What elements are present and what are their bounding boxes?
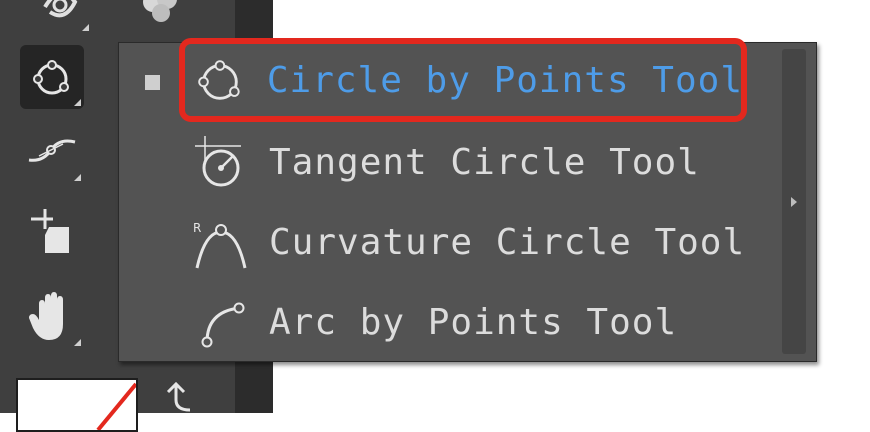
swap-colors-button[interactable]	[160, 378, 200, 413]
submenu-indicator-icon	[82, 24, 89, 31]
circle-by-points-icon	[198, 60, 240, 100]
submenu-indicator-icon	[74, 99, 81, 106]
no-fill-icon	[96, 382, 136, 430]
symbol-tool-button[interactable]	[128, 0, 192, 34]
menu-item-label: Circle by Points Tool	[266, 59, 743, 101]
svg-text:R: R	[193, 221, 201, 235]
menu-item-curvature-circle[interactable]: R Curvature Circle Tool	[183, 204, 783, 280]
menu-item-label: Tangent Circle Tool	[269, 141, 700, 183]
flower-icon	[143, 0, 177, 22]
curve-tool-button[interactable]	[20, 120, 84, 184]
hand-tool-button[interactable]	[20, 285, 84, 349]
curve-tool-icon	[28, 139, 76, 162]
menu-item-circle-by-points[interactable]: Circle by Points Tool	[179, 38, 747, 122]
chevron-right-icon	[791, 196, 797, 207]
spiral-tool-button[interactable]	[28, 0, 92, 34]
crop-tool-icon	[31, 209, 69, 253]
spiral-icon	[43, 0, 78, 18]
current-tool-marker	[145, 75, 160, 90]
circle-by-points-tool-button[interactable]	[20, 45, 84, 109]
flyout-tearoff-handle[interactable]	[782, 49, 806, 354]
submenu-indicator-icon	[74, 339, 81, 346]
curvature-circle-icon: R	[193, 221, 247, 269]
hand-tool-icon	[29, 292, 63, 340]
arc-by-points-icon	[201, 302, 245, 348]
menu-item-arc-by-points[interactable]: Arc by Points Tool	[183, 284, 783, 360]
menu-item-label: Curvature Circle Tool	[269, 221, 746, 263]
submenu-indicator-icon	[74, 174, 81, 181]
fill-color-swatch[interactable]	[16, 378, 138, 432]
swap-arrow-icon	[166, 381, 191, 412]
crop-tool-button[interactable]	[20, 200, 84, 264]
menu-item-label: Arc by Points Tool	[269, 301, 678, 343]
tangent-circle-icon	[195, 136, 241, 187]
menu-item-tangent-circle[interactable]: Tangent Circle Tool	[183, 124, 783, 200]
circle-by-points-tool-icon	[33, 60, 69, 95]
